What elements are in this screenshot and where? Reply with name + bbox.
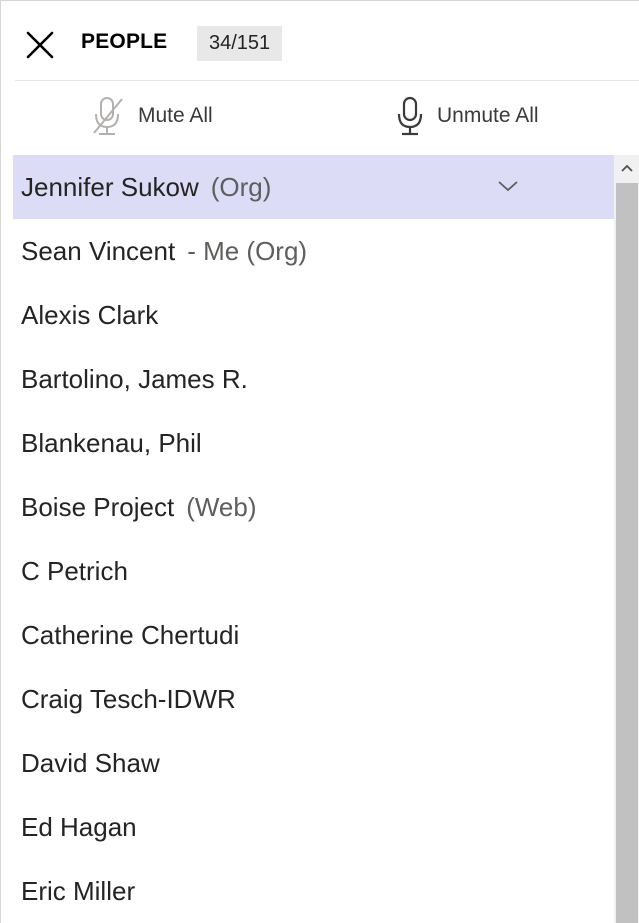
participant-name: Jennifer Sukow [21, 171, 199, 202]
participant-name: Alexis Clark [21, 299, 159, 330]
participant-list: Jennifer Sukow (Org) Sean Vincent - Me (… [13, 155, 614, 923]
participant-name: Eric Miller [21, 875, 136, 906]
participant-row[interactable]: Craig Tesch-IDWR [13, 667, 614, 731]
participant-tag: (Org) [210, 171, 272, 202]
participant-row[interactable]: Jennifer Sukow (Org) [13, 155, 614, 219]
participant-row[interactable]: Sean Vincent - Me (Org) [13, 219, 614, 283]
mute-all-button[interactable]: Mute All [88, 93, 213, 139]
people-panel: PEOPLE 34/151 Mute All Unmute All Jennif… [0, 0, 639, 923]
participant-count-badge: 34/151 [197, 26, 283, 61]
participant-row[interactable]: David Shaw [13, 731, 614, 795]
participant-row[interactable]: C Petrich [13, 539, 614, 603]
participant-row[interactable]: Bartolino, James R. [13, 347, 614, 411]
microphone-icon [397, 96, 423, 136]
participant-row[interactable]: Blankenau, Phil [13, 411, 614, 475]
participant-row[interactable]: Boise Project (Web) [13, 475, 614, 539]
participant-name: Blankenau, Phil [21, 427, 202, 458]
participant-row[interactable]: Eric Miller [13, 859, 614, 923]
close-icon [26, 31, 54, 59]
participant-name: Boise Project [21, 491, 175, 522]
participant-row[interactable]: Catherine Chertudi [13, 603, 614, 667]
participant-tag: (Web) [186, 491, 257, 522]
participant-name: Bartolino, James R. [21, 363, 248, 394]
participant-row[interactable]: Ed Hagan [13, 795, 614, 859]
participant-row[interactable]: Alexis Clark [13, 283, 614, 347]
unmute-all-button[interactable]: Unmute All [393, 93, 539, 139]
microphone-off-icon [93, 97, 123, 135]
participant-name: Ed Hagan [21, 811, 137, 842]
page-title: PEOPLE [81, 30, 168, 53]
scroll-up-button[interactable] [614, 155, 639, 181]
participant-name: Craig Tesch-IDWR [21, 683, 236, 714]
participant-name: Catherine Chertudi [21, 619, 240, 650]
participant-name: David Shaw [21, 747, 160, 778]
participant-name: C Petrich [21, 555, 128, 586]
chevron-up-icon [621, 164, 633, 172]
participant-name: Sean Vincent [21, 235, 176, 266]
scrollbar-thumb[interactable] [616, 183, 638, 923]
scrollbar[interactable] [614, 155, 639, 923]
participant-tag: - Me (Org) [187, 235, 308, 266]
mute-all-label: Mute All [138, 104, 213, 127]
audio-toolbar: Mute All Unmute All [1, 81, 639, 151]
close-button[interactable] [23, 28, 57, 62]
panel-header: PEOPLE 34/151 [1, 1, 639, 81]
unmute-all-label: Unmute All [437, 104, 539, 127]
chevron-down-icon[interactable] [497, 179, 519, 193]
